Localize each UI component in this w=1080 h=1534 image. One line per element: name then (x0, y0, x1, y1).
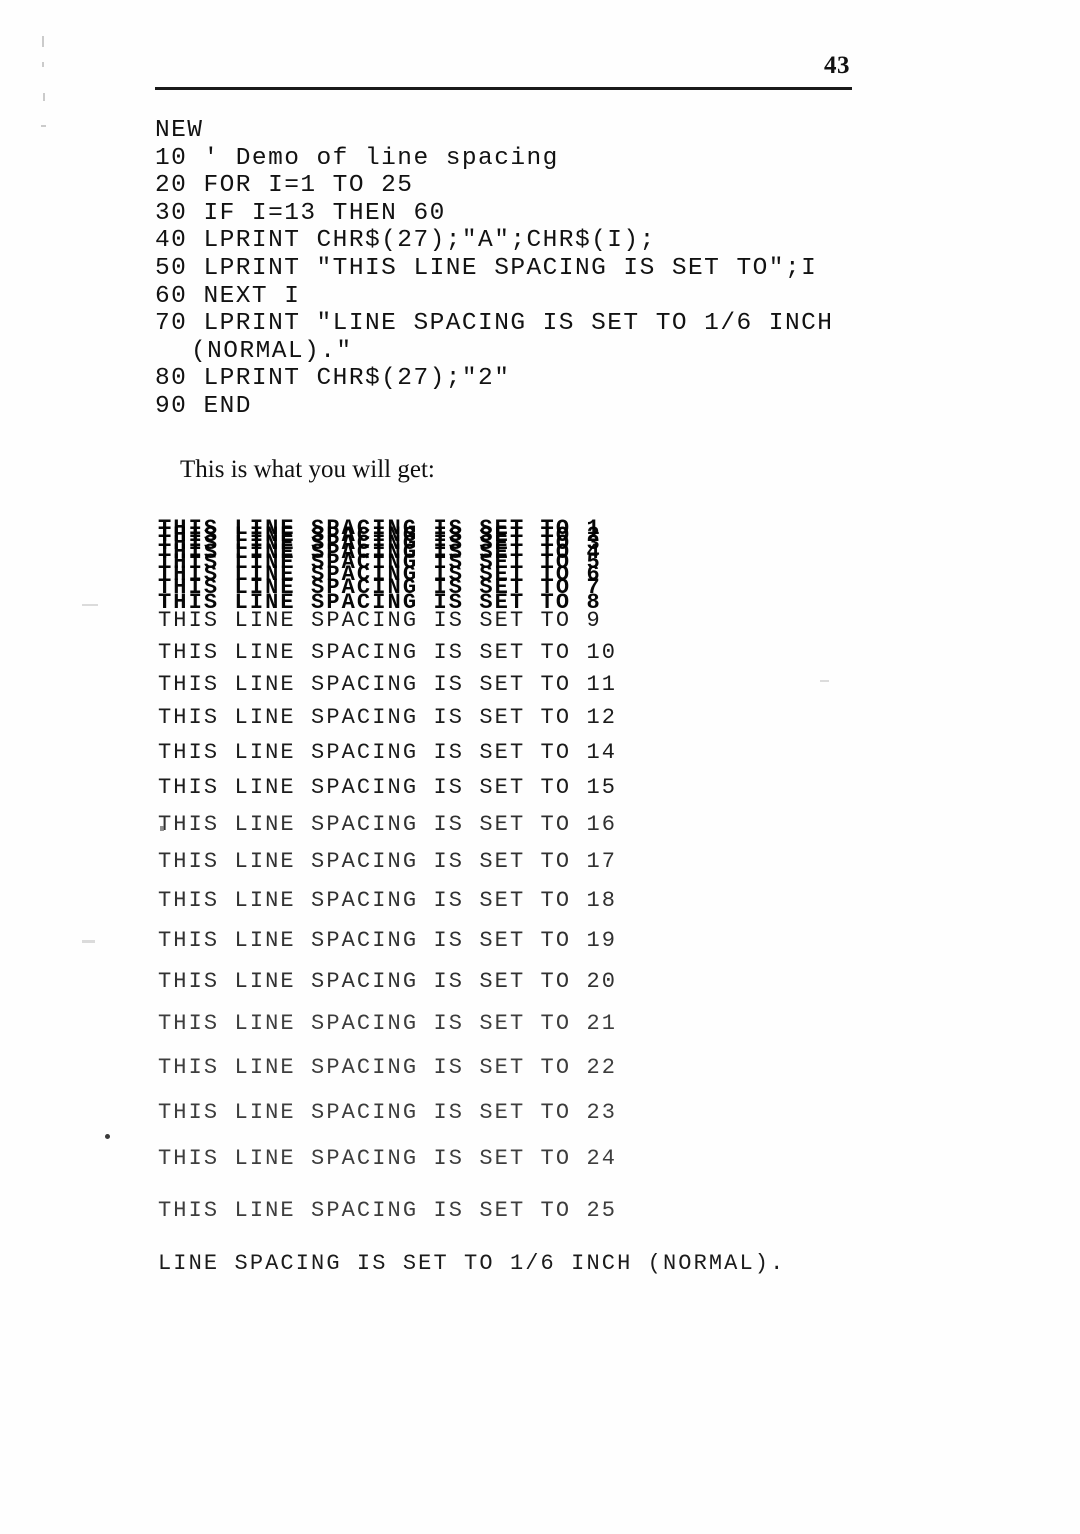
code-line: 90 END (155, 392, 252, 420)
printer-output-line: THIS LINE SPACING IS SET TO 19 (158, 928, 618, 953)
scan-artifact (42, 62, 44, 67)
code-line: NEW (155, 117, 204, 144)
code-line: 30 IF I=13 THEN 60 (155, 199, 446, 227)
scan-artifact (82, 940, 95, 943)
code-line: 60 NEXT I (155, 282, 301, 310)
printer-output-line: THIS LINE SPACING IS SET TO 21 (158, 1011, 618, 1036)
printer-output-line: THIS LINE SPACING IS SET TO 24 (158, 1146, 618, 1171)
printer-output-line: THIS LINE SPACING IS SET TO 17 (158, 849, 618, 874)
scan-artifact (105, 1134, 110, 1139)
printer-output-line: THIS LINE SPACING IS SET TO 11 (158, 672, 618, 697)
code-line: 70 LPRINT "LINE SPACING IS SET TO 1/6 IN… (155, 310, 834, 338)
scan-artifact (82, 604, 98, 606)
header-rule (155, 86, 852, 90)
page-number: 43 (824, 52, 850, 79)
scan-artifact (43, 93, 45, 101)
code-line: (NORMAL)." (191, 337, 353, 365)
code-line: 10 ' Demo of line spacing (155, 144, 559, 172)
printer-output-line: LINE SPACING IS SET TO 1/6 INCH (NORMAL)… (158, 1251, 786, 1276)
printer-output-line: THIS LINE SPACING IS SET TO 22 (158, 1055, 618, 1080)
code-line: 80 LPRINT CHR$(27);"2" (155, 365, 511, 393)
scan-artifact (820, 680, 829, 682)
code-line: 50 LPRINT "THIS LINE SPACING IS SET TO";… (155, 254, 818, 282)
code-line: 20 FOR I=1 TO 25 (155, 172, 414, 200)
output-caption: This is what you will get: (180, 456, 435, 483)
scan-artifact (41, 125, 46, 127)
scan-artifact (42, 36, 44, 47)
printer-output-line: THIS LINE SPACING IS SET TO 18 (158, 888, 618, 913)
printer-output-line: THIS LINE SPACING IS SET TO 10 (158, 640, 618, 665)
printer-output-line: THIS LINE SPACING IS SET TO 16 (158, 812, 618, 837)
code-line: 40 LPRINT CHR$(27);"A";CHR$(I); (155, 227, 656, 255)
printer-output-line: THIS LINE SPACING IS SET TO 14 (158, 740, 618, 765)
printer-output-line: THIS LINE SPACING IS SET TO 20 (158, 969, 618, 994)
code-listing: NEW 10 ' Demo of line spacing 20 FOR I=1 T… (155, 117, 833, 421)
page-header: 43 (155, 52, 852, 98)
printer-output-line: THIS LINE SPACING IS SET TO 25 (158, 1198, 618, 1223)
printer-output-line: THIS LINE SPACING IS SET TO 23 (158, 1100, 618, 1125)
printer-output-line: THIS LINE SPACING IS SET TO 12 (158, 705, 618, 730)
printer-output-line: THIS LINE SPACING IS SET TO 9 (158, 608, 602, 633)
document-page: 43 NEW 10 ' Demo of line spacing 20 FOR I=… (0, 0, 1080, 1534)
printer-output-line: THIS LINE SPACING IS SET TO 15 (158, 775, 618, 800)
